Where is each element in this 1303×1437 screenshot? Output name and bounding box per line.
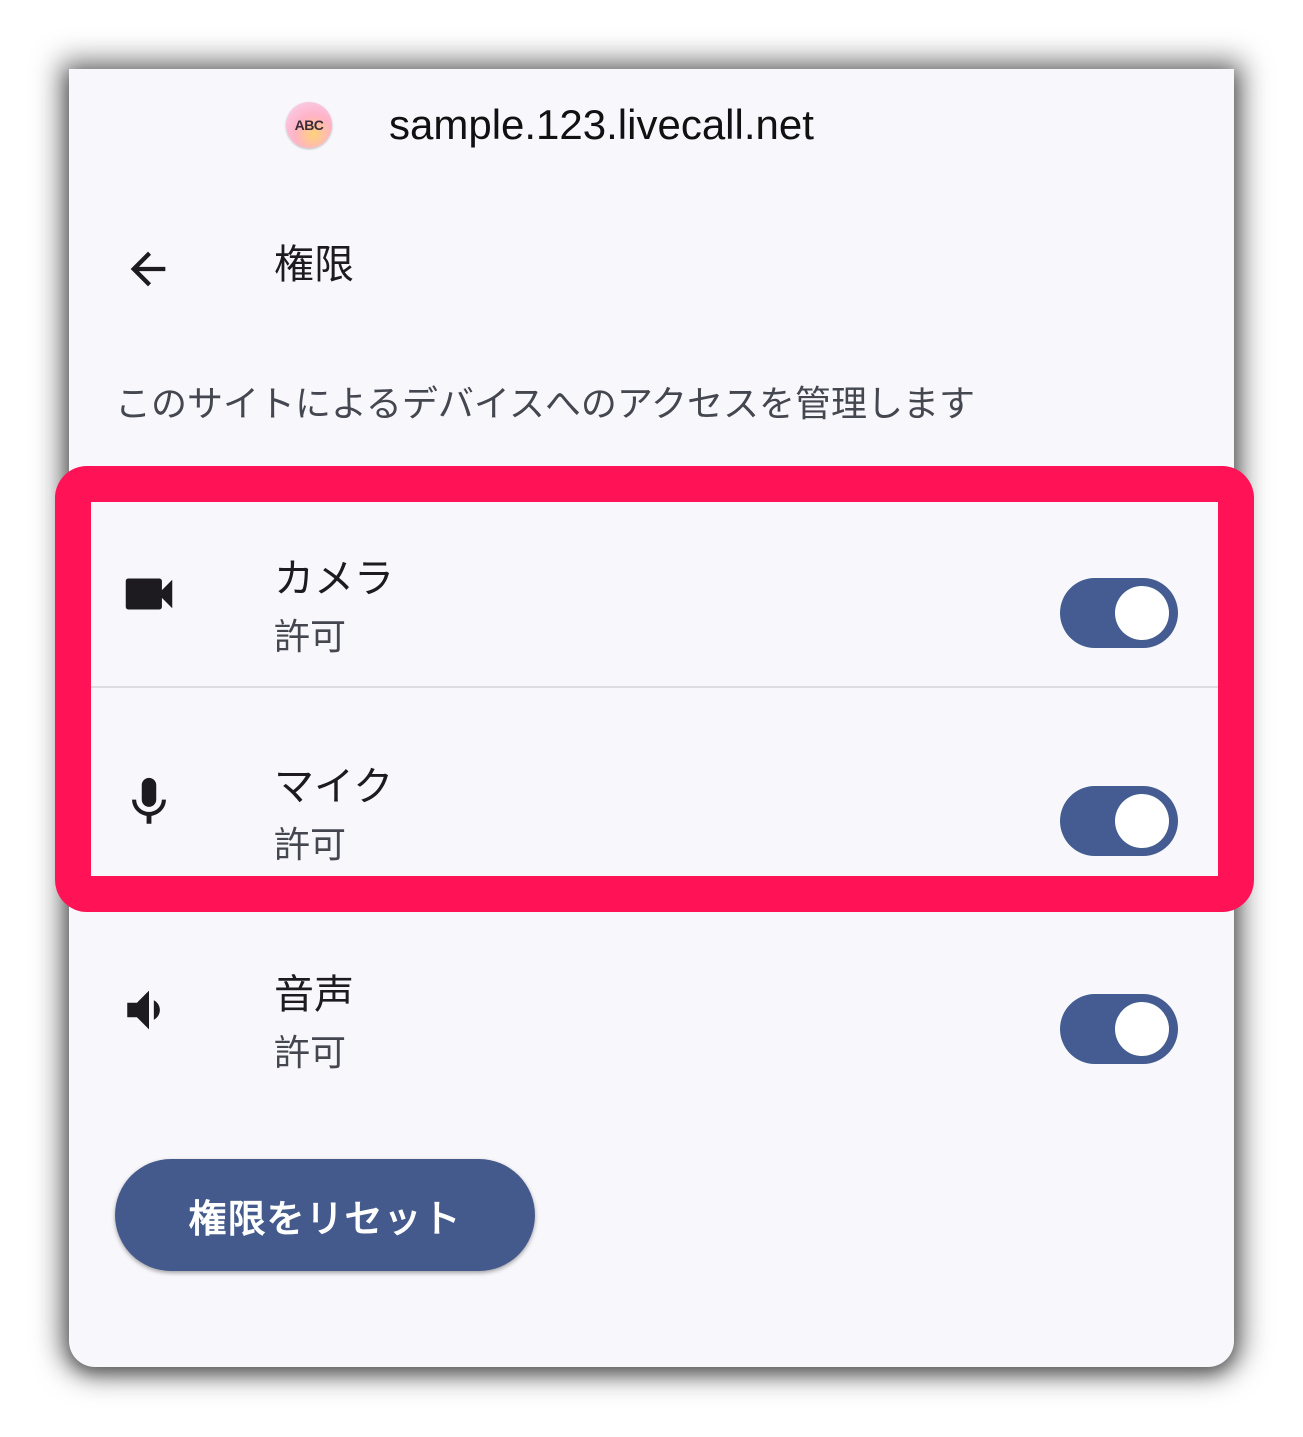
camera-toggle[interactable] — [1060, 578, 1178, 648]
permission-row-microphone[interactable]: マイク 許可 — [69, 710, 1234, 910]
page-description: このサイトによるデバイスへのアクセスを管理します — [115, 384, 976, 425]
permission-name: 音声 — [274, 972, 354, 1018]
page-title: 権限 — [274, 242, 354, 288]
microphone-toggle[interactable] — [1060, 786, 1178, 856]
favicon-text: ABC — [294, 117, 324, 133]
reset-permissions-button[interactable]: 権限をリセット — [115, 1159, 535, 1271]
site-url: sample.123.livecall.net — [389, 101, 814, 148]
videocam-icon — [117, 562, 181, 626]
back-button[interactable] — [113, 234, 183, 304]
permission-status: 許可 — [274, 825, 347, 866]
permission-status: 許可 — [274, 1033, 347, 1074]
divider — [91, 686, 1219, 688]
site-favicon: ABC — [286, 102, 332, 148]
site-settings-panel: ABC sample.123.livecall.net 権限 このサイトによるデ… — [69, 69, 1234, 1367]
arrow-back-icon — [130, 251, 166, 287]
site-header: ABC sample.123.livecall.net — [69, 69, 1234, 179]
toggle-knob — [1115, 586, 1169, 640]
permission-row-sound[interactable]: 音声 許可 — [69, 918, 1234, 1118]
permission-row-camera[interactable]: カメラ 許可 — [69, 502, 1234, 702]
volume-icon — [117, 978, 181, 1042]
toggle-knob — [1115, 1002, 1169, 1056]
toggle-knob — [1115, 794, 1169, 848]
permission-name: カメラ — [274, 556, 394, 602]
microphone-icon — [117, 770, 181, 834]
permission-status: 許可 — [274, 617, 347, 658]
permission-name: マイク — [274, 764, 394, 810]
sound-toggle[interactable] — [1060, 994, 1178, 1064]
